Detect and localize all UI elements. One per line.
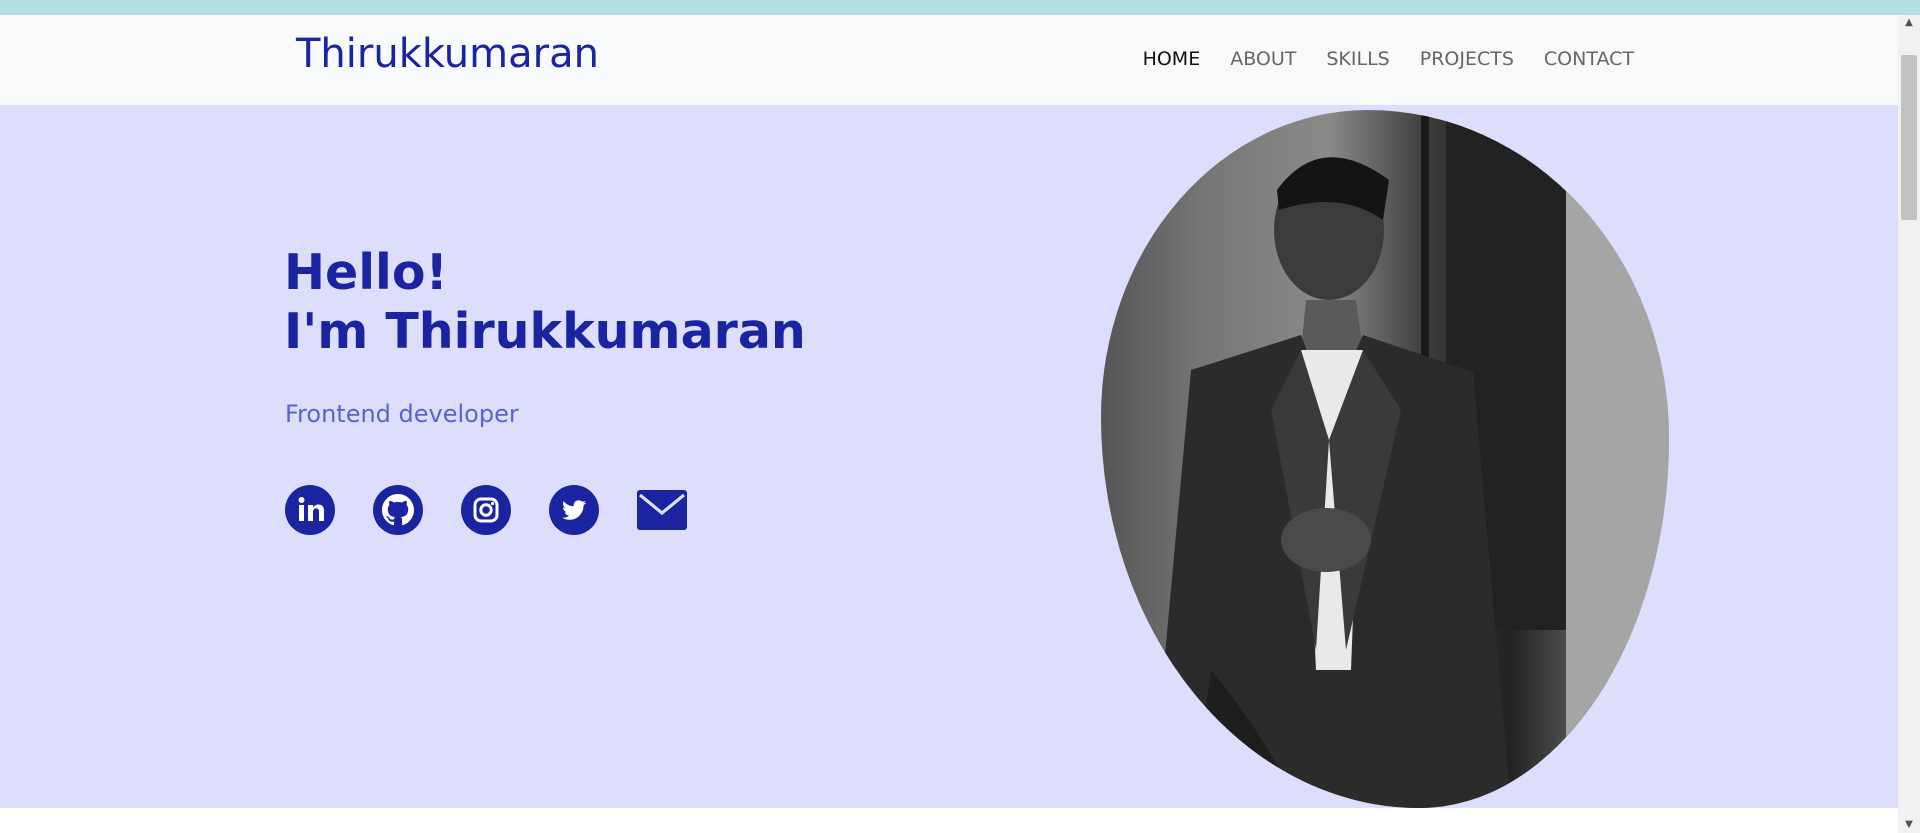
twitter-icon[interactable] xyxy=(549,485,599,535)
nav-link-skills[interactable]: SKILLS xyxy=(1326,48,1389,70)
nav-link-about[interactable]: ABOUT xyxy=(1230,48,1296,70)
instagram-icon[interactable] xyxy=(461,485,511,535)
github-icon[interactable] xyxy=(373,485,423,535)
nav-link-contact[interactable]: CONTACT xyxy=(1544,48,1634,70)
page: Thirukkumaran HOME ABOUT SKILLS PROJECTS… xyxy=(0,15,1898,833)
social-links xyxy=(285,485,687,535)
vertical-scrollbar[interactable]: ▲ ▼ xyxy=(1898,15,1920,833)
scroll-up-arrow[interactable]: ▲ xyxy=(1898,15,1920,31)
nav-link-home[interactable]: HOME xyxy=(1143,48,1201,70)
mail-icon[interactable] xyxy=(637,485,687,535)
brand-link[interactable]: Thirukkumaran xyxy=(296,31,599,77)
nav-menu: HOME ABOUT SKILLS PROJECTS CONTACT xyxy=(1143,48,1634,70)
browser-top-strip xyxy=(0,0,1920,15)
hero-section: Hello! I'm Thirukkumaran Frontend develo… xyxy=(0,105,1898,808)
navbar: Thirukkumaran HOME ABOUT SKILLS PROJECTS… xyxy=(0,15,1898,105)
hero-title: Hello! I'm Thirukkumaran xyxy=(284,243,806,361)
nav-link-projects[interactable]: PROJECTS xyxy=(1420,48,1514,70)
linkedin-icon[interactable] xyxy=(285,485,335,535)
hero-greeting: Hello! xyxy=(284,244,448,301)
profile-photo xyxy=(1101,110,1669,808)
hero-subtitle: Frontend developer xyxy=(285,400,519,428)
scroll-thumb[interactable] xyxy=(1901,55,1917,220)
below-hero xyxy=(0,808,1898,833)
scroll-down-arrow[interactable]: ▼ xyxy=(1898,817,1920,833)
hero-name: I'm Thirukkumaran xyxy=(284,303,806,360)
